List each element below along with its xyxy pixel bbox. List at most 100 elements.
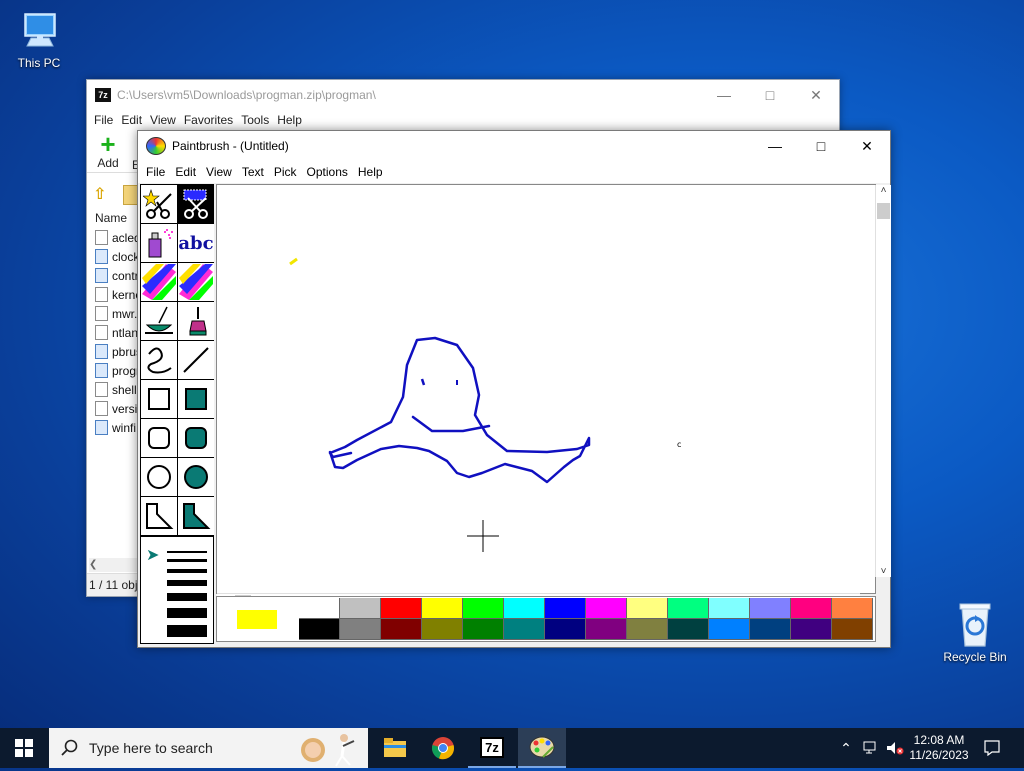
7zip-maximize-button[interactable]: □: [747, 80, 793, 110]
menu-pick[interactable]: Pick: [274, 165, 297, 179]
line-width-3[interactable]: [167, 569, 207, 573]
filled-circle-tool[interactable]: [178, 458, 214, 496]
scroll-left-icon[interactable]: ❮: [89, 559, 97, 570]
palette-swatch[interactable]: [504, 619, 545, 640]
palette-swatch[interactable]: [381, 598, 422, 619]
palette-swatch[interactable]: [832, 598, 873, 619]
7zip-menu-help[interactable]: Help: [277, 113, 302, 127]
filled-rounded-box-tool[interactable]: [178, 419, 214, 457]
palette-swatch[interactable]: [463, 619, 504, 640]
palette-swatch[interactable]: [791, 619, 832, 640]
palette-swatch[interactable]: [750, 619, 791, 640]
7zip-menu-favorites[interactable]: Favorites: [184, 113, 233, 127]
palette-swatch[interactable]: [463, 598, 504, 619]
network-icon[interactable]: [860, 728, 882, 768]
line-width-7[interactable]: [167, 625, 207, 637]
text-tool[interactable]: abc: [178, 224, 214, 262]
palette-swatch[interactable]: [627, 619, 668, 640]
vertical-scroll-thumb[interactable]: [877, 203, 890, 219]
paintbrush-window[interactable]: Paintbrush - (Untitled) — □ ✕ File Edit …: [137, 130, 891, 648]
palette-swatch[interactable]: [340, 619, 381, 640]
7zip-horizontal-scrollbar[interactable]: ❮: [89, 558, 137, 572]
7zip-menu-view[interactable]: View: [150, 113, 176, 127]
line-width-4[interactable]: [167, 580, 207, 586]
7zip-menu-tools[interactable]: Tools: [241, 113, 269, 127]
paintbrush-maximize-button[interactable]: □: [798, 131, 844, 161]
7zip-menu-edit[interactable]: Edit: [121, 113, 142, 127]
palette-swatch[interactable]: [381, 619, 422, 640]
paintbrush-minimize-button[interactable]: —: [752, 131, 798, 161]
color-eraser-tool[interactable]: [141, 263, 177, 301]
palette-swatch[interactable]: [668, 619, 709, 640]
taskbar-paintbrush[interactable]: [518, 728, 566, 768]
clock[interactable]: 12:08 AM 11/26/2023: [906, 728, 972, 768]
palette-swatch[interactable]: [709, 619, 750, 640]
scroll-up-icon[interactable]: ˄: [876, 185, 891, 196]
file-row[interactable]: winfi: [93, 418, 141, 437]
palette-swatch[interactable]: [299, 598, 340, 619]
menu-edit[interactable]: Edit: [175, 165, 196, 179]
7zip-minimize-button[interactable]: —: [701, 80, 747, 110]
file-row[interactable]: ntlan: [93, 323, 141, 342]
palette-swatch[interactable]: [586, 619, 627, 640]
file-row[interactable]: kerne: [93, 285, 141, 304]
palette-swatch[interactable]: [791, 598, 832, 619]
recycle-bin-desktop-icon[interactable]: Recycle Bin: [939, 600, 1011, 664]
filled-box-tool[interactable]: [178, 380, 214, 418]
filled-polygon-tool[interactable]: [178, 497, 214, 535]
line-tool[interactable]: [178, 341, 214, 379]
file-row[interactable]: versi: [93, 399, 141, 418]
menu-options[interactable]: Options: [307, 165, 348, 179]
this-pc-desktop-icon[interactable]: This PC: [3, 10, 75, 70]
line-width-1[interactable]: [167, 551, 207, 553]
circle-tool[interactable]: [141, 458, 177, 496]
palette-swatch[interactable]: [299, 619, 340, 640]
canvas-vertical-scrollbar[interactable]: ˄ ˅: [875, 185, 891, 577]
start-button[interactable]: [0, 728, 48, 768]
file-row[interactable]: shell: [93, 380, 141, 399]
line-width-5[interactable]: [167, 593, 207, 601]
scissors-select-tool[interactable]: [141, 185, 177, 223]
palette-swatch[interactable]: [340, 598, 381, 619]
taskbar-7zip[interactable]: 7z: [468, 728, 516, 768]
palette-swatch[interactable]: [545, 619, 586, 640]
notifications-button[interactable]: [978, 728, 1006, 768]
palette-swatch[interactable]: [709, 598, 750, 619]
file-row[interactable]: acled: [93, 228, 141, 247]
pick-scissors-tool[interactable]: [178, 185, 214, 223]
paint-roller-tool[interactable]: [141, 302, 177, 340]
paintbrush-titlebar[interactable]: Paintbrush - (Untitled) — □ ✕: [138, 131, 890, 161]
palette-swatch[interactable]: [422, 598, 463, 619]
polygon-tool[interactable]: [141, 497, 177, 535]
palette-swatch[interactable]: [750, 598, 791, 619]
show-hidden-icons-button[interactable]: ⌃: [836, 728, 856, 768]
palette-swatch[interactable]: [586, 598, 627, 619]
file-row[interactable]: progr: [93, 361, 141, 380]
brush-tool[interactable]: [178, 302, 214, 340]
line-width-2[interactable]: [167, 559, 207, 562]
palette-swatch[interactable]: [504, 598, 545, 619]
taskbar-chrome[interactable]: [420, 728, 466, 768]
file-row[interactable]: contr: [93, 266, 141, 285]
paintbrush-close-button[interactable]: ✕: [844, 131, 890, 161]
taskbar-search-box[interactable]: Type here to search: [49, 728, 368, 768]
palette-swatch[interactable]: [668, 598, 709, 619]
palette-swatch[interactable]: [422, 619, 463, 640]
airbrush-tool[interactable]: [141, 224, 177, 262]
7zip-menu-file[interactable]: File: [94, 113, 113, 127]
7zip-column-name[interactable]: Name: [93, 208, 141, 228]
up-folder-icon[interactable]: ⇧: [93, 184, 106, 204]
palette-swatch[interactable]: [627, 598, 668, 619]
menu-text[interactable]: Text: [242, 165, 264, 179]
palette-swatch[interactable]: [832, 619, 873, 640]
palette-swatch[interactable]: [545, 598, 586, 619]
7zip-close-button[interactable]: ✕: [793, 80, 839, 110]
rounded-box-tool[interactable]: [141, 419, 177, 457]
curve-tool[interactable]: [141, 341, 177, 379]
menu-view[interactable]: View: [206, 165, 232, 179]
box-tool[interactable]: [141, 380, 177, 418]
scroll-down-icon[interactable]: ˅: [876, 566, 891, 577]
menu-help[interactable]: Help: [358, 165, 383, 179]
line-width-6[interactable]: [167, 608, 207, 618]
eraser-tool[interactable]: [178, 263, 214, 301]
